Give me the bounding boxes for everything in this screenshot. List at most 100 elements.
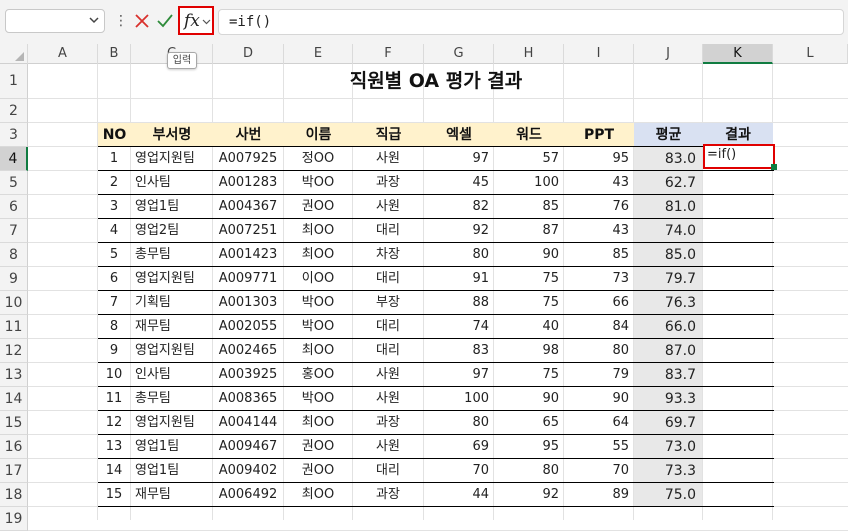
average-cell[interactable]: 83.7 [634, 363, 702, 387]
table-cell[interactable]: 64 [564, 411, 633, 435]
table-cell[interactable]: A009771 [213, 267, 283, 291]
table-cell[interactable]: 총무팀 [131, 243, 212, 267]
table-cell[interactable]: 과장 [353, 411, 423, 435]
average-cell[interactable]: 73.0 [634, 435, 702, 459]
table-cell[interactable]: 재무팀 [131, 483, 212, 507]
column-header-F[interactable]: F [353, 44, 424, 64]
table-cell[interactable]: 69 [424, 435, 493, 459]
active-cell[interactable]: =if() [703, 144, 775, 169]
table-cell[interactable]: 1 [98, 147, 130, 171]
table-cell[interactable]: 90 [494, 387, 563, 411]
table-cell[interactable]: 15 [98, 483, 130, 507]
row-header-9[interactable]: 9 [0, 267, 28, 291]
table-cell[interactable]: A002465 [213, 339, 283, 363]
table-cell[interactable]: 13 [98, 435, 130, 459]
table-cell[interactable]: 57 [494, 147, 563, 171]
average-cell[interactable]: 76.3 [634, 291, 702, 315]
table-cell[interactable]: 대리 [353, 459, 423, 483]
table-cell[interactable] [703, 435, 772, 459]
column-header-G[interactable]: G [424, 44, 494, 64]
table-cell[interactable]: 76 [564, 195, 633, 219]
table-cell[interactable]: 11 [98, 387, 130, 411]
table-cell[interactable]: 6 [98, 267, 130, 291]
table-cell[interactable] [703, 363, 772, 387]
table-cell[interactable]: 74 [424, 315, 493, 339]
column-header-J[interactable]: J [634, 44, 703, 64]
table-cell[interactable]: A007251 [213, 219, 283, 243]
table-cell[interactable] [703, 387, 772, 411]
table-cell[interactable] [703, 339, 772, 363]
row-header-14[interactable]: 14 [0, 387, 28, 411]
table-cell[interactable]: 14 [98, 459, 130, 483]
row-header-7[interactable]: 7 [0, 219, 28, 243]
table-cell[interactable] [703, 291, 772, 315]
table-cell[interactable]: 과장 [353, 483, 423, 507]
table-cell[interactable]: 9 [98, 339, 130, 363]
table-cell[interactable]: 65 [494, 411, 563, 435]
table-cell[interactable]: 권OO [284, 435, 352, 459]
row-header-17[interactable]: 17 [0, 459, 28, 483]
table-cell[interactable]: 75 [494, 267, 563, 291]
table-cell[interactable]: 최OO [284, 483, 352, 507]
table-cell[interactable]: 70 [424, 459, 493, 483]
table-cell[interactable]: 75 [494, 363, 563, 387]
table-cell[interactable]: 4 [98, 219, 130, 243]
row-header-3[interactable]: 3 [0, 123, 28, 147]
table-cell[interactable]: 이OO [284, 267, 352, 291]
table-cell[interactable]: 70 [564, 459, 633, 483]
table-cell[interactable]: 영업지원팀 [131, 147, 212, 171]
column-header-L[interactable]: L [773, 44, 848, 64]
table-cell[interactable]: 최OO [284, 339, 352, 363]
table-cell[interactable]: 97 [424, 363, 493, 387]
formula-input[interactable]: =if() [218, 9, 844, 35]
table-cell[interactable]: 박OO [284, 387, 352, 411]
table-cell[interactable]: 차장 [353, 243, 423, 267]
table-header-cell[interactable]: 사번 [213, 123, 284, 147]
table-cell[interactable]: 재무팀 [131, 315, 212, 339]
average-cell[interactable]: 83.0 [634, 147, 702, 171]
more-options-icon[interactable]: ⋮ [114, 10, 128, 32]
table-header-cell[interactable]: 평균 [634, 123, 703, 147]
table-cell[interactable]: 2 [98, 171, 130, 195]
table-cell[interactable]: 영업1팀 [131, 195, 212, 219]
table-cell[interactable]: 83 [424, 339, 493, 363]
table-cell[interactable]: 73 [564, 267, 633, 291]
table-cell[interactable]: 87 [494, 219, 563, 243]
average-cell[interactable]: 66.0 [634, 315, 702, 339]
table-cell[interactable]: 정OO [284, 147, 352, 171]
average-cell[interactable]: 69.7 [634, 411, 702, 435]
row-header-13[interactable]: 13 [0, 363, 28, 387]
table-cell[interactable]: 40 [494, 315, 563, 339]
table-cell[interactable]: 43 [564, 171, 633, 195]
table-cell[interactable]: 영업1팀 [131, 435, 212, 459]
table-cell[interactable]: 85 [564, 243, 633, 267]
select-all-button[interactable] [0, 44, 28, 64]
table-cell[interactable]: 97 [424, 147, 493, 171]
average-cell[interactable]: 79.7 [634, 267, 702, 291]
table-cell[interactable]: 88 [424, 291, 493, 315]
table-cell[interactable]: 45 [424, 171, 493, 195]
row-header-16[interactable]: 16 [0, 435, 28, 459]
table-cell[interactable]: 사원 [353, 195, 423, 219]
table-cell[interactable]: 90 [494, 243, 563, 267]
table-cell[interactable] [703, 171, 772, 195]
table-cell[interactable]: 80 [494, 459, 563, 483]
table-cell[interactable]: 대리 [353, 267, 423, 291]
column-header-I[interactable]: I [564, 44, 634, 64]
table-cell[interactable]: 권OO [284, 459, 352, 483]
table-cell[interactable] [703, 267, 772, 291]
row-header-8[interactable]: 8 [0, 243, 28, 267]
row-header-11[interactable]: 11 [0, 315, 28, 339]
table-cell[interactable]: 44 [424, 483, 493, 507]
row-header-5[interactable]: 5 [0, 171, 28, 195]
table-cell[interactable]: 10 [98, 363, 130, 387]
table-cell[interactable]: 부장 [353, 291, 423, 315]
table-cell[interactable]: 최OO [284, 219, 352, 243]
table-cell[interactable]: A003925 [213, 363, 283, 387]
table-cell[interactable]: 92 [424, 219, 493, 243]
table-cell[interactable]: 100 [494, 171, 563, 195]
insert-function-button[interactable]: fx [178, 6, 214, 35]
column-header-A[interactable]: A [28, 44, 98, 64]
chevron-down-icon[interactable] [88, 14, 100, 26]
table-cell[interactable]: A007925 [213, 147, 283, 171]
